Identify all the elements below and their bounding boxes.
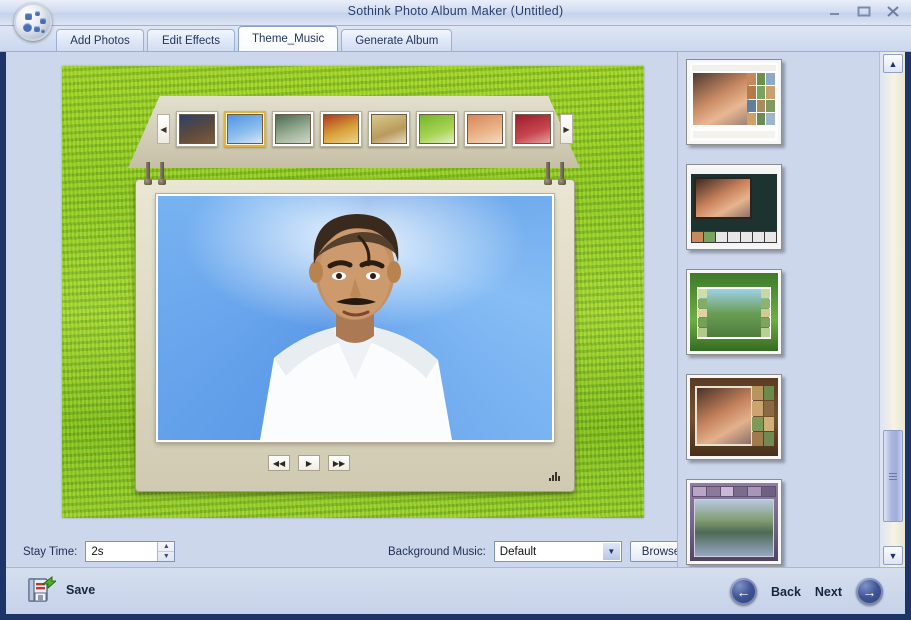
next-button[interactable]: Next bbox=[815, 585, 842, 599]
theme-scrollbar[interactable]: ▲ ▼ bbox=[879, 52, 905, 567]
theme-item-green-nature[interactable] bbox=[686, 269, 782, 355]
photo-thumbnail[interactable] bbox=[416, 111, 458, 147]
hanger-pin bbox=[558, 162, 566, 185]
maximize-icon[interactable] bbox=[855, 4, 872, 19]
stay-time-label: Stay Time: bbox=[23, 545, 78, 558]
tab-add-photos[interactable]: Add Photos bbox=[56, 29, 144, 51]
save-label: Save bbox=[66, 583, 96, 597]
tab-label: Edit Effects bbox=[162, 34, 220, 47]
thumb-next-glyph: ▶ bbox=[563, 124, 570, 134]
volume-equalizer-icon[interactable] bbox=[549, 471, 560, 481]
playback-bar: ◀◀ ▶ ▶▶ bbox=[136, 443, 574, 491]
play-button[interactable]: ▶ bbox=[298, 455, 320, 471]
thumb-prev-icon[interactable]: ◀ bbox=[157, 114, 170, 144]
album-preview-stage[interactable]: ◀ ▶ ◀◀ ▶ ▶▶ bbox=[62, 66, 644, 518]
main-photo-frame[interactable] bbox=[156, 194, 554, 442]
background-music-label: Background Music: bbox=[388, 545, 486, 558]
photo-thumbnail[interactable] bbox=[176, 111, 218, 147]
next-arrow-icon[interactable]: → bbox=[856, 578, 883, 605]
portrait-photo bbox=[260, 214, 452, 440]
tab-bar: Add Photos Edit Effects Theme_Music Gene… bbox=[0, 26, 911, 52]
next-button[interactable]: ▶▶ bbox=[328, 455, 350, 471]
background-music-select[interactable]: Default ▼ bbox=[493, 541, 622, 562]
hanger-pin bbox=[158, 162, 166, 185]
browse-label: Browse bbox=[641, 545, 681, 558]
previous-icon: ◀◀ bbox=[272, 458, 286, 468]
preview-pane: ◀ ▶ ◀◀ ▶ ▶▶ bbox=[6, 52, 689, 537]
theme-list bbox=[678, 52, 879, 567]
app-logo-icon[interactable] bbox=[14, 3, 52, 41]
stay-time-stepper[interactable]: 2s ▲ ▼ bbox=[85, 541, 176, 562]
theme-item-lake-purple[interactable] bbox=[686, 479, 782, 565]
theme-item-sunset-filmstrip[interactable] bbox=[686, 164, 782, 250]
tab-theme-music[interactable]: Theme_Music bbox=[238, 26, 339, 51]
thumbnail-strip: ◀ ▶ bbox=[157, 111, 573, 147]
back-button[interactable]: Back bbox=[771, 585, 801, 599]
play-icon: ▶ bbox=[305, 458, 313, 468]
app-window: Sothink Photo Album Maker (Untitled) Add… bbox=[0, 0, 911, 620]
stay-time-value: 2s bbox=[91, 545, 104, 558]
wizard-navigation: ← Back Next → bbox=[730, 578, 883, 605]
main-photo-panel: ◀◀ ▶ ▶▶ bbox=[135, 162, 575, 492]
footer-bar: Save ← Back Next → bbox=[6, 567, 905, 614]
title-bar: Sothink Photo Album Maker (Untitled) bbox=[0, 0, 911, 26]
save-icon bbox=[28, 575, 56, 602]
next-icon: ▶▶ bbox=[332, 458, 346, 468]
chevron-up-icon: ▲ bbox=[888, 58, 898, 69]
close-icon[interactable] bbox=[884, 4, 901, 19]
tab-generate-album[interactable]: Generate Album bbox=[341, 29, 453, 51]
tab-edit-effects[interactable]: Edit Effects bbox=[147, 29, 235, 51]
thumb-prev-glyph: ◀ bbox=[160, 124, 167, 134]
photo-thumbnail[interactable] bbox=[512, 111, 554, 147]
chevron-down-icon[interactable]: ▼ bbox=[602, 543, 620, 560]
stepper-down-icon[interactable]: ▼ bbox=[158, 552, 174, 561]
previous-button[interactable]: ◀◀ bbox=[268, 455, 290, 471]
window-title: Sothink Photo Album Maker (Untitled) bbox=[347, 4, 564, 18]
photo-thumbnail[interactable] bbox=[464, 111, 506, 147]
chevron-down-icon: ▼ bbox=[888, 550, 898, 561]
window-controls bbox=[826, 4, 901, 19]
hanger-pin bbox=[544, 162, 552, 185]
minimize-icon[interactable] bbox=[826, 4, 843, 19]
playback-controls: ◀◀ ▶ ▶▶ bbox=[268, 455, 350, 471]
photo-thumbnail[interactable] bbox=[320, 111, 362, 147]
theme-item-sunset-gallery[interactable] bbox=[686, 59, 782, 145]
scroll-up-button[interactable]: ▲ bbox=[883, 54, 903, 73]
back-arrow-icon[interactable]: ← bbox=[730, 578, 758, 605]
stepper-up-icon[interactable]: ▲ bbox=[158, 542, 175, 552]
content-body: ◀ ▶ ◀◀ ▶ ▶▶ Stay Time: 2s ▲ ▼ Background… bbox=[6, 52, 905, 614]
scrollbar-thumb[interactable] bbox=[883, 430, 903, 522]
thumb-next-icon[interactable]: ▶ bbox=[560, 114, 573, 144]
tab-label: Theme_Music bbox=[252, 33, 325, 45]
photo-thumbnail[interactable] bbox=[272, 111, 314, 147]
photo-thumbnail-selected[interactable] bbox=[224, 111, 266, 147]
hanger-pin bbox=[144, 162, 152, 185]
tab-label: Add Photos bbox=[70, 34, 130, 47]
scroll-down-button[interactable]: ▼ bbox=[883, 546, 903, 565]
photo-thumbnail[interactable] bbox=[368, 111, 410, 147]
theme-pane: ▲ ▼ bbox=[677, 52, 905, 567]
theme-item-wood-frame[interactable] bbox=[686, 374, 782, 460]
tab-label: Generate Album bbox=[355, 34, 439, 47]
stepper-buttons: ▲ ▼ bbox=[157, 542, 175, 561]
background-music-value: Default bbox=[499, 545, 537, 558]
save-button[interactable]: Save bbox=[26, 575, 95, 605]
